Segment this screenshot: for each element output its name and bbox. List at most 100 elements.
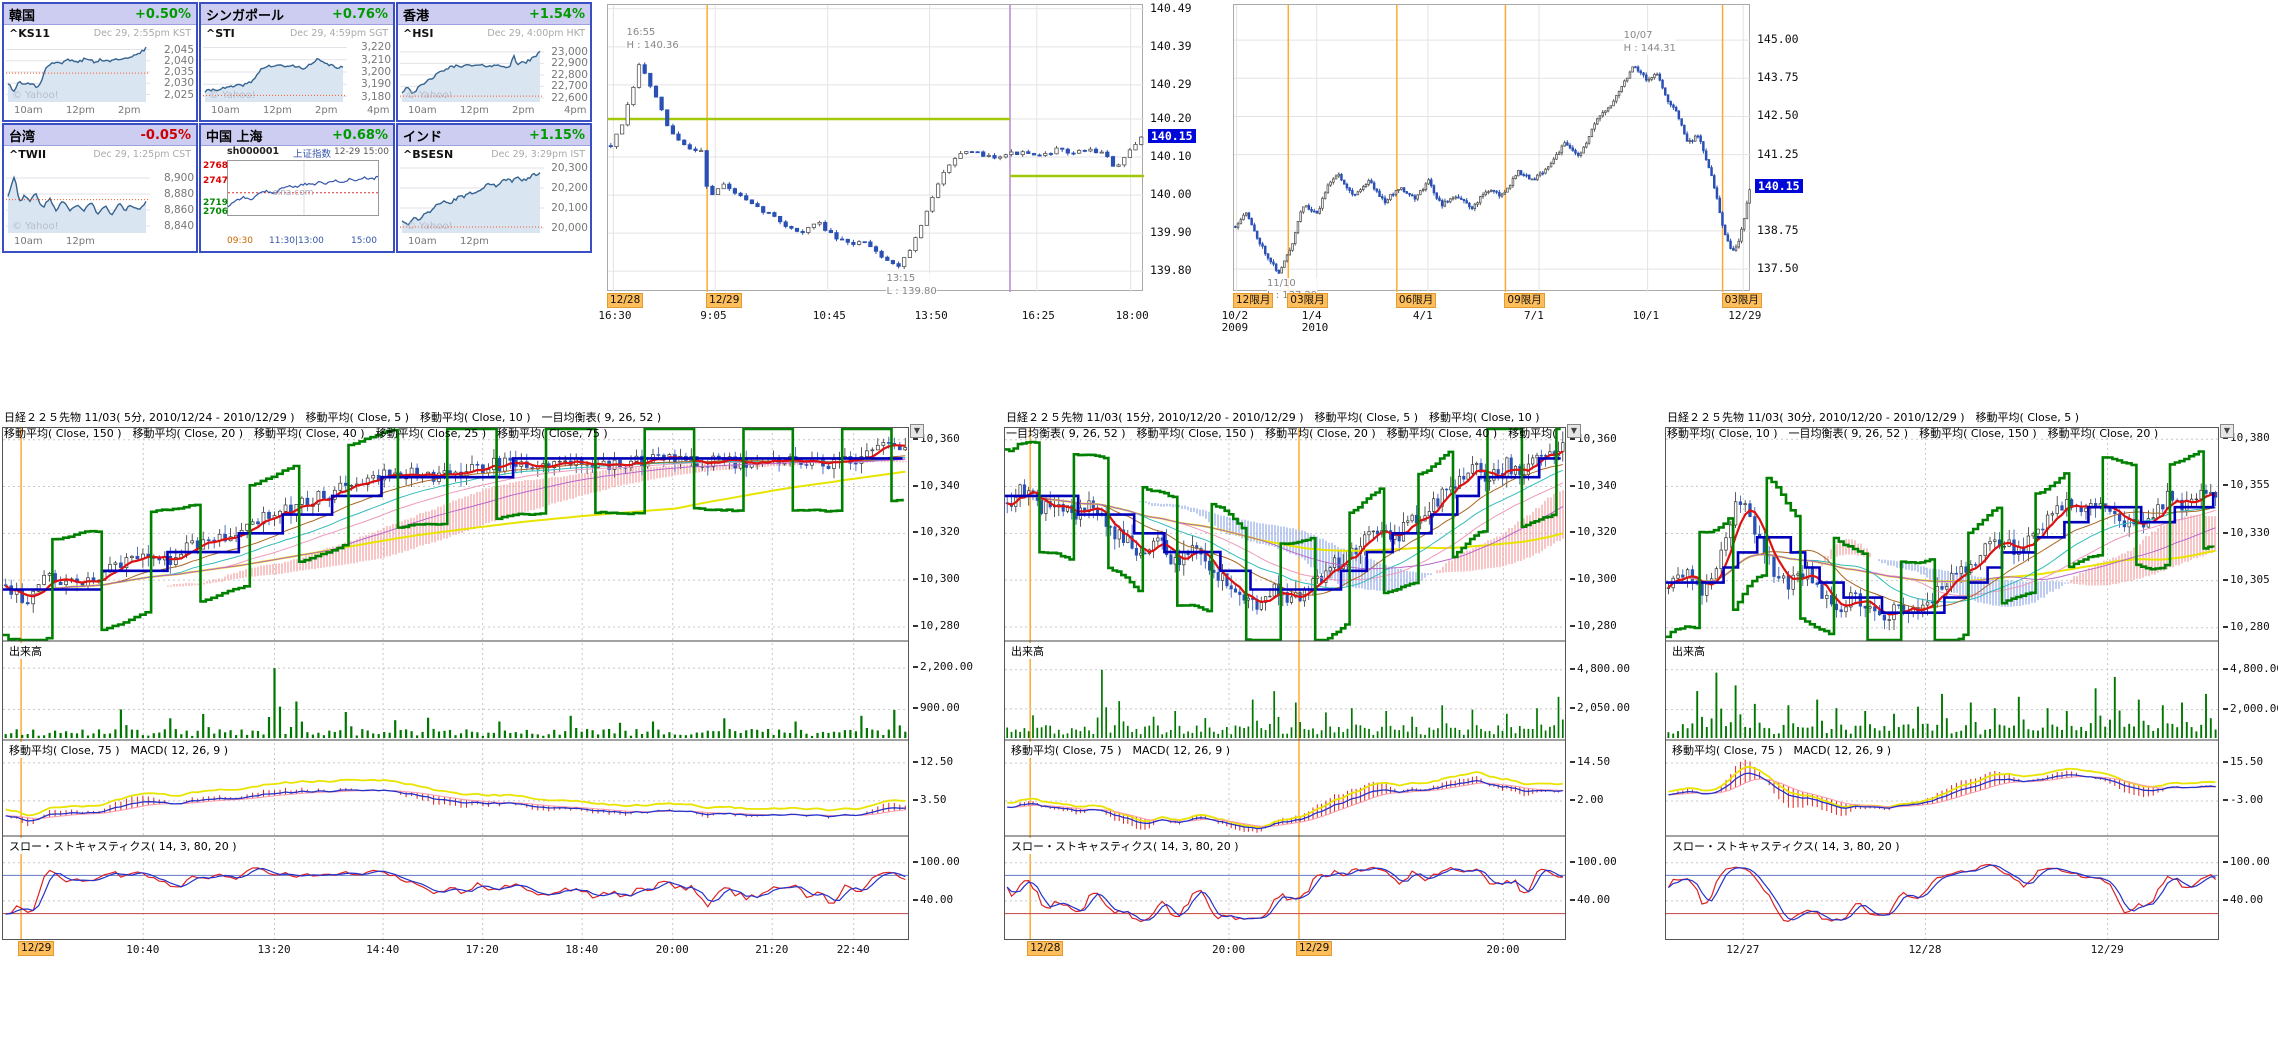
widget-subheader: ^KS11 Dec 29, 2:55pm KST — [4, 25, 196, 42]
widget-ytick: 2719 — [203, 198, 225, 208]
session-label: 12/28 — [607, 293, 643, 308]
session-label: 12/29 — [706, 293, 742, 308]
market-name: 韓国 — [9, 5, 35, 24]
market-name: 香港 — [403, 5, 429, 24]
time-xtick: 9:05 — [700, 309, 727, 322]
date-xtick: 12/29 — [18, 941, 54, 956]
widget-xtick: 4pm — [367, 105, 389, 116]
time-xtick: 17:20 — [466, 943, 499, 956]
market-widget-china-shanghai[interactable]: 中国 上海 +0.68% sh000001上证指数12-29 15:002768… — [199, 123, 395, 253]
year-xtick: 2009 — [1222, 321, 1249, 334]
market-name: シンガポール — [206, 5, 284, 24]
widget-subheader: ^HSI Dec 29, 4:00pm HKT — [398, 25, 590, 42]
session-label: 03限月 — [1287, 293, 1327, 308]
time-xtick: 20:00 — [1486, 943, 1519, 956]
market-symbol: ^TWII — [9, 148, 46, 161]
market-widget-korea[interactable]: 韓国 +0.50% ^KS11 Dec 29, 2:55pm KST 2,045… — [2, 2, 198, 122]
market-widget-taiwan[interactable]: 台湾 -0.05% ^TWII Dec 29, 1:25pm CST 8,900… — [2, 123, 198, 253]
year-xtick: 2010 — [1302, 321, 1329, 334]
session-label: 06限月 — [1396, 293, 1436, 308]
widget-ytick: 2,025 — [152, 89, 194, 101]
chart-dropdown-button[interactable]: ▼ — [1567, 424, 1581, 438]
chart-dropdown-button[interactable]: ▼ — [910, 424, 924, 438]
price-ytick: 10,320 — [913, 525, 960, 538]
widget-ytick: 22,900 — [546, 57, 588, 69]
nikkei-futures-chart-30min[interactable]: 日経２２５先物 11/03( 30分, 2010/12/20 - 2010/12… — [1665, 410, 2278, 975]
price-ytick: 10,320 — [1570, 525, 1617, 538]
widget-xaxis: 10am12pm — [398, 235, 590, 250]
fx-daily-candle-chart[interactable]: 145.00143.75142.50141.25138.75137.50140.… — [1233, 4, 1873, 354]
high-annotation: 10/07H : 144.31 — [1624, 30, 1676, 55]
chart-plot-area[interactable]: 出来高移動平均( Close, 75 ) MACD( 12, 26, 9 )スロ… — [1665, 427, 2219, 940]
market-change: +1.54% — [529, 7, 585, 22]
widget-ytick: 22,600 — [546, 92, 588, 104]
candlestick-plot[interactable] — [607, 4, 1143, 291]
market-name: 中国 上海 — [206, 126, 263, 145]
widget-ytick: 20,000 — [546, 222, 588, 234]
widget-xtick: 12pm — [460, 236, 489, 247]
widget-xtick: 2pm — [512, 105, 534, 116]
market-symbol: ^STI — [206, 27, 235, 40]
widget-header: 台湾 -0.05% — [4, 125, 196, 146]
macd-ytick: 14.50 — [1570, 755, 1610, 768]
price-ytick: 140.49 — [1150, 1, 1192, 15]
watermark: sina.com — [273, 188, 314, 198]
volume-panel-label: 出来高 — [1009, 643, 1046, 659]
volume-ytick: 900.00 — [913, 701, 960, 714]
market-change: -0.05% — [141, 128, 192, 143]
widget-xtick: 12pm — [460, 105, 489, 116]
chart-plot-area[interactable]: 出来高移動平均( Close, 75 ) MACD( 12, 26, 9 )スロ… — [1004, 427, 1566, 940]
time-xtick: 21:20 — [755, 943, 788, 956]
widget-ytick: 20,300 — [546, 162, 588, 174]
stochastics-ytick: 40.00 — [2223, 893, 2263, 906]
time-xtick: 18:00 — [1116, 309, 1149, 322]
macd-ytick: 3.50 — [913, 793, 947, 806]
volume-ytick: 4,800.00 — [2223, 662, 2278, 675]
date-xtick: 12/28 — [1027, 941, 1063, 956]
stochastics-ytick: 100.00 — [913, 855, 960, 868]
volume-ytick: 4,800.00 — [1570, 662, 1630, 675]
stochastics-panel-label: スロー・ストキャスティクス( 14, 3, 80, 20 ) — [1670, 838, 1902, 854]
stochastics-ytick: 40.00 — [1570, 893, 1610, 906]
time-xtick: 7/1 — [1524, 309, 1544, 322]
price-ytick: 140.39 — [1150, 39, 1192, 53]
widget-header: シンガポール +0.76% — [201, 4, 393, 25]
chart-plot-area[interactable]: 出来高移動平均( Close, 75 ) MACD( 12, 26, 9 )スロ… — [2, 427, 909, 940]
market-change: +0.50% — [135, 7, 191, 22]
macd-panel-label: 移動平均( Close, 75 ) MACD( 12, 26, 9 ) — [1009, 742, 1232, 758]
market-sparkline: 23,00022,90022,80022,70022,600© Yahoo! — [398, 42, 590, 104]
market-change: +1.15% — [529, 128, 585, 143]
widget-xtick: 11:30|13:00 — [269, 236, 324, 246]
price-ytick: 10,280 — [913, 619, 960, 632]
market-sparkline: sh000001上证指数12-29 15:002768274727192706s… — [201, 146, 393, 235]
price-ytick: 10,280 — [1570, 619, 1617, 632]
widget-ytick: 20,200 — [546, 182, 588, 194]
market-timestamp: Dec 29, 2:55pm KST — [94, 28, 191, 39]
widget-ytick: 3,190 — [349, 78, 391, 90]
macd-ytick: 12.50 — [913, 755, 953, 768]
fx-intraday-candle-chart[interactable]: 140.49140.39140.29140.20140.10140.00139.… — [607, 4, 1232, 344]
market-widget-hongkong[interactable]: 香港 +1.54% ^HSI Dec 29, 4:00pm HKT 23,000… — [396, 2, 592, 122]
market-symbol: ^BSESN — [403, 148, 453, 161]
market-symbol: sh000001 — [227, 146, 279, 157]
price-ytick: 10,300 — [1570, 572, 1617, 585]
price-ytick: 10,340 — [1570, 479, 1617, 492]
price-ytick: 139.80 — [1150, 263, 1192, 277]
market-widget-india[interactable]: インド +1.15% ^BSESN Dec 29, 3:29pm IST 20,… — [396, 123, 592, 253]
market-timestamp: Dec 29, 3:29pm IST — [491, 149, 585, 160]
widget-ytick: 2747 — [203, 176, 225, 186]
price-ytick: 140.00 — [1150, 187, 1192, 201]
widget-subheader: ^TWII Dec 29, 1:25pm CST — [4, 146, 196, 163]
widget-ytick: 8,900 — [152, 172, 194, 184]
widget-subheader: ^STI Dec 29, 4:59pm SGT — [201, 25, 393, 42]
nikkei-futures-chart-15min[interactable]: 日経２２５先物 11/03( 15分, 2010/12/20 - 2010/12… — [1004, 410, 1644, 975]
widget-ytick: 8,880 — [152, 188, 194, 200]
widget-xtick: 10am — [211, 105, 240, 116]
nikkei-futures-chart-5min[interactable]: 日経２２５先物 11/03( 5分, 2010/12/24 - 2010/12/… — [2, 410, 987, 975]
widget-ytick: 3,220 — [349, 41, 391, 53]
price-ytick: 139.90 — [1150, 225, 1192, 239]
chart-dropdown-button[interactable]: ▼ — [2220, 424, 2234, 438]
market-widget-singapore[interactable]: シンガポール +0.76% ^STI Dec 29, 4:59pm SGT 3,… — [199, 2, 395, 122]
macd-ytick: -3.00 — [2223, 793, 2263, 806]
volume-ytick: 2,200.00 — [913, 660, 973, 673]
